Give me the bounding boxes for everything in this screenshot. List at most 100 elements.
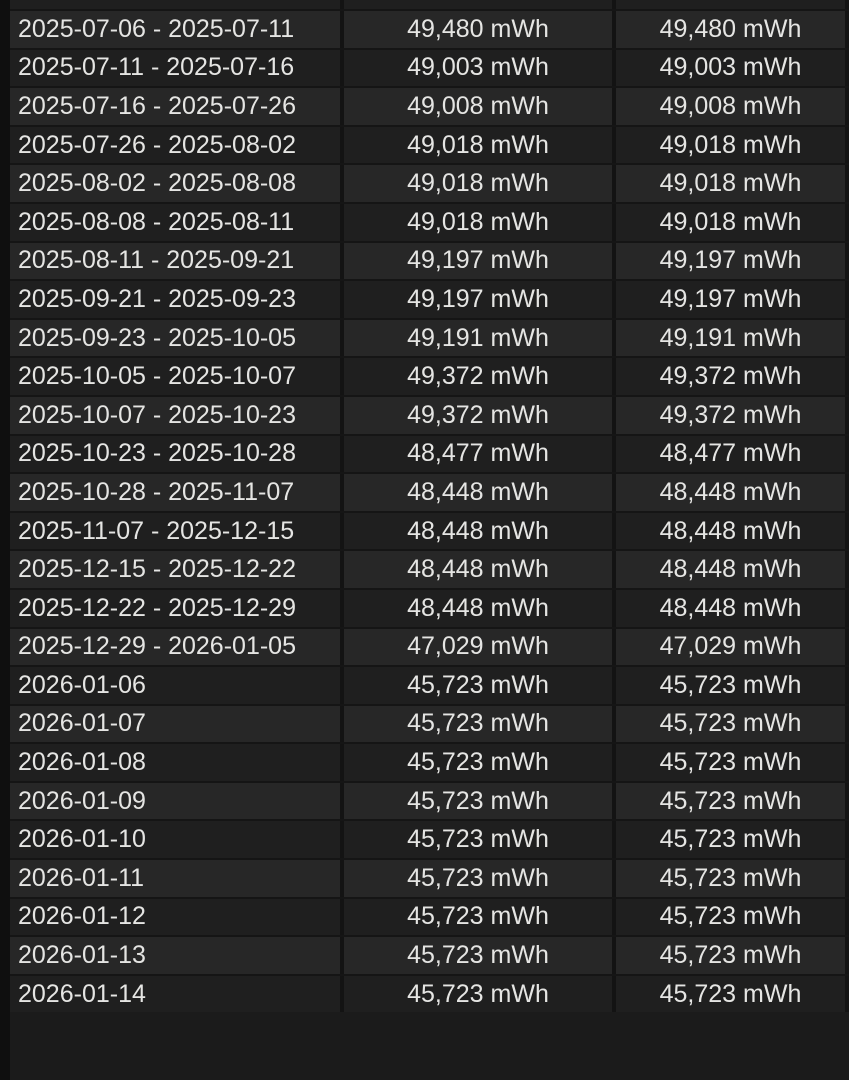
period-cell: 2025-07-16 - 2025-07-26 [10,88,344,125]
period-cell: 2025-10-05 - 2025-10-07 [10,358,344,395]
table-row[interactable]: 2025-08-11 - 2025-09-21 49,197 mWh 49,19… [10,241,849,280]
period-cell: 2025-07-11 - 2025-07-16 [10,50,344,87]
value-cell-b: 45,723 mWh [616,899,849,936]
table-row[interactable]: 2025-07-06 - 2025-07-11 49,480 mWh 49,48… [10,9,849,48]
table-row[interactable]: 2025-12-15 - 2025-12-22 48,448 mWh 48,44… [10,549,849,588]
table-row[interactable]: 2026-01-14 45,723 mWh 45,723 mWh [10,974,849,1013]
period-cell: 2025-09-21 - 2025-09-23 [10,281,344,318]
value-cell-b: 45,723 mWh [616,937,849,974]
period-cell: 2026-01-09 [10,783,344,820]
table-row[interactable]: 2026-01-08 45,723 mWh 45,723 mWh [10,742,849,781]
period-cell: 2025-12-15 - 2025-12-22 [10,551,344,588]
table-row[interactable]: 2025-08-08 - 2025-08-11 49,018 mWh 49,01… [10,202,849,241]
value-cell-b: 49,191 mWh [616,320,849,357]
period-cell: 2026-01-06 [10,667,344,704]
period-cell: 2025-07-26 - 2025-08-02 [10,127,344,164]
value-cell-a: 45,723 mWh [344,783,616,820]
value-cell-a: 48,448 mWh [344,474,616,511]
period-cell: 2026-01-13 [10,937,344,974]
table-row[interactable]: 2026-01-12 45,723 mWh 45,723 mWh [10,897,849,936]
value-cell-a: 45,723 mWh [344,744,616,781]
table-body: 2025-07-06 - 2025-07-11 49,480 mWh 49,48… [10,9,849,1012]
value-cell-b: 49,003 mWh [616,50,849,87]
table-row[interactable]: 2026-01-11 45,723 mWh 45,723 mWh [10,858,849,897]
value-cell-a [344,0,616,9]
period-cell: 2026-01-08 [10,744,344,781]
value-cell-b: 49,018 mWh [616,127,849,164]
period-cell: 2026-01-10 [10,821,344,858]
period-cell: 2026-01-14 [10,976,344,1013]
table-row[interactable]: 2025-09-21 - 2025-09-23 49,197 mWh 49,19… [10,279,849,318]
value-cell-b: 49,008 mWh [616,88,849,125]
period-cell: 2026-01-11 [10,860,344,897]
value-cell-b: 45,723 mWh [616,706,849,743]
table-row[interactable]: 2025-09-23 - 2025-10-05 49,191 mWh 49,19… [10,318,849,357]
value-cell-a: 49,018 mWh [344,204,616,241]
period-cell: 2026-01-07 [10,706,344,743]
value-cell-b: 48,448 mWh [616,474,849,511]
value-cell-b: 45,723 mWh [616,667,849,704]
value-cell-a: 49,372 mWh [344,358,616,395]
value-cell-a: 45,723 mWh [344,667,616,704]
table-row[interactable]: 2026-01-06 45,723 mWh 45,723 mWh [10,665,849,704]
table-row[interactable]: 2025-07-11 - 2025-07-16 49,003 mWh 49,00… [10,48,849,87]
table-row[interactable]: 2026-01-07 45,723 mWh 45,723 mWh [10,704,849,743]
table-row[interactable]: 2026-01-13 45,723 mWh 45,723 mWh [10,935,849,974]
period-cell: 2025-08-02 - 2025-08-08 [10,165,344,202]
period-cell: 2025-11-07 - 2025-12-15 [10,513,344,550]
period-cell: 2025-12-29 - 2026-01-05 [10,629,344,666]
value-cell-a: 45,723 mWh [344,860,616,897]
period-cell [10,0,344,9]
table-row[interactable]: 2025-08-02 - 2025-08-08 49,018 mWh 49,01… [10,163,849,202]
left-gutter [0,0,10,1080]
value-cell-b: 48,448 mWh [616,513,849,550]
period-cell: 2025-10-07 - 2025-10-23 [10,397,344,434]
table-row[interactable]: 2025-10-23 - 2025-10-28 48,477 mWh 48,47… [10,434,849,473]
value-cell-b: 48,477 mWh [616,436,849,473]
value-cell-a: 49,372 mWh [344,397,616,434]
value-cell-a: 45,723 mWh [344,706,616,743]
value-cell-a: 49,197 mWh [344,281,616,318]
value-cell-a: 45,723 mWh [344,821,616,858]
value-cell-a: 49,480 mWh [344,11,616,48]
clipped-row-top [10,0,849,9]
table-row[interactable]: 2025-07-26 - 2025-08-02 49,018 mWh 49,01… [10,125,849,164]
value-cell-b: 45,723 mWh [616,860,849,897]
value-cell-a: 45,723 mWh [344,937,616,974]
table-row[interactable]: 2026-01-10 45,723 mWh 45,723 mWh [10,819,849,858]
value-cell-b [616,0,849,9]
value-cell-a: 49,018 mWh [344,127,616,164]
table-row[interactable]: 2025-07-16 - 2025-07-26 49,008 mWh 49,00… [10,86,849,125]
table-row[interactable]: 2026-01-09 45,723 mWh 45,723 mWh [10,781,849,820]
value-cell-b: 45,723 mWh [616,821,849,858]
table-row[interactable]: 2025-10-07 - 2025-10-23 49,372 mWh 49,37… [10,395,849,434]
value-cell-a: 49,003 mWh [344,50,616,87]
value-cell-b: 49,372 mWh [616,358,849,395]
value-cell-a: 49,197 mWh [344,243,616,280]
table-row[interactable]: 2025-10-28 - 2025-11-07 48,448 mWh 48,44… [10,472,849,511]
period-cell: 2025-10-23 - 2025-10-28 [10,436,344,473]
table-row[interactable]: 2025-10-05 - 2025-10-07 49,372 mWh 49,37… [10,356,849,395]
energy-table: 2025-07-06 - 2025-07-11 49,480 mWh 49,48… [10,0,849,1012]
value-cell-a: 45,723 mWh [344,899,616,936]
value-cell-b: 47,029 mWh [616,629,849,666]
period-cell: 2026-01-12 [10,899,344,936]
table-row[interactable]: 2025-11-07 - 2025-12-15 48,448 mWh 48,44… [10,511,849,550]
value-cell-b: 49,197 mWh [616,243,849,280]
value-cell-b: 49,018 mWh [616,165,849,202]
value-cell-a: 45,723 mWh [344,976,616,1013]
value-cell-b: 49,018 mWh [616,204,849,241]
value-cell-b: 49,372 mWh [616,397,849,434]
value-cell-b: 49,197 mWh [616,281,849,318]
table-row[interactable]: 2025-12-22 - 2025-12-29 48,448 mWh 48,44… [10,588,849,627]
value-cell-b: 45,723 mWh [616,783,849,820]
value-cell-a: 48,448 mWh [344,590,616,627]
value-cell-a: 49,018 mWh [344,165,616,202]
value-cell-b: 48,448 mWh [616,590,849,627]
period-cell: 2025-08-08 - 2025-08-11 [10,204,344,241]
table-row[interactable]: 2025-12-29 - 2026-01-05 47,029 mWh 47,02… [10,627,849,666]
value-cell-b: 48,448 mWh [616,551,849,588]
period-cell: 2025-12-22 - 2025-12-29 [10,590,344,627]
value-cell-a: 49,191 mWh [344,320,616,357]
value-cell-b: 45,723 mWh [616,744,849,781]
